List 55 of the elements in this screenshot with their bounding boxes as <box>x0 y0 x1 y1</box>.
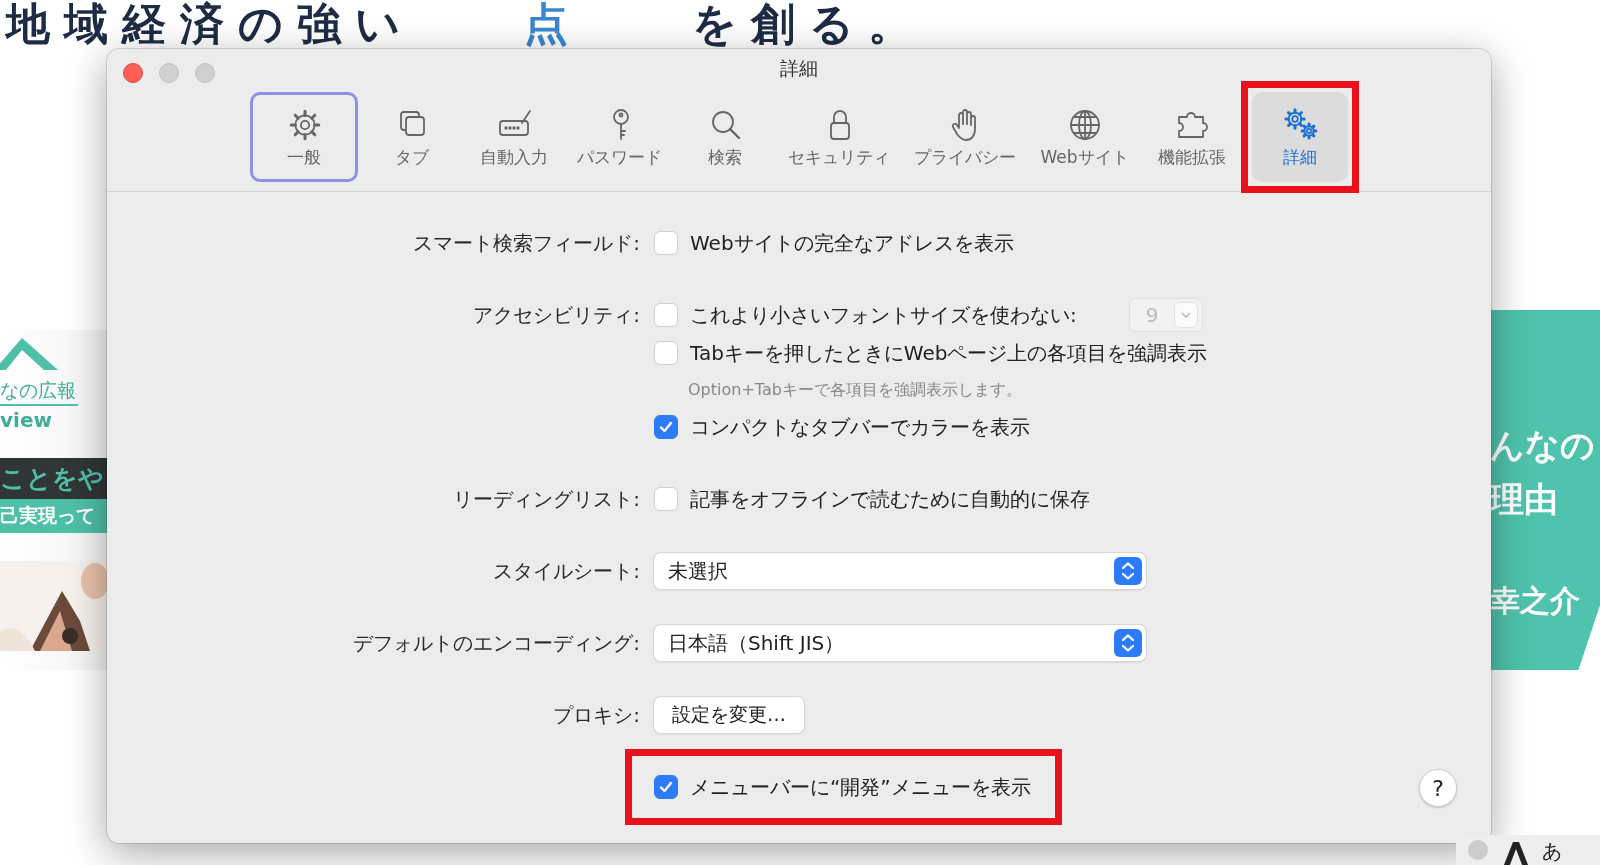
checkbox-label: Webサイトの完全なアドレスを表示 <box>690 229 1014 257</box>
close-button[interactable] <box>123 63 143 83</box>
toolbar-tab[interactable]: 機能拡張 <box>1143 92 1240 182</box>
toolbar-tab[interactable]: プライバシー <box>905 92 1026 182</box>
checkmark-icon <box>658 419 674 435</box>
banner-text: 理由 <box>1490 478 1559 522</box>
toolbar-tab[interactable]: パスワード <box>568 92 672 182</box>
setting-label: アクセシビリティ: <box>473 302 640 329</box>
updown-arrows-icon <box>1114 629 1142 657</box>
toolbar-tab[interactable]: 詳細 <box>1251 92 1348 182</box>
setting-label: スマート検索フィールド: <box>413 230 640 257</box>
checkbox[interactable] <box>654 341 678 365</box>
checkbox[interactable] <box>654 487 678 511</box>
setting-label: デフォルトのエンコーディング: <box>353 630 640 657</box>
checkbox-label: これより小さいフォントサイズを使わない: <box>690 301 1077 329</box>
checkbox-label: Tabキーを押したときにWebページ上の各項目を強調表示 <box>690 339 1208 367</box>
help-button[interactable]: ? <box>1419 769 1457 807</box>
banner-band: ことをや <box>0 458 107 499</box>
chevron-icon <box>1179 311 1192 319</box>
toolbar-tab[interactable]: 自動入力 <box>466 92 563 182</box>
checkbox[interactable] <box>654 303 678 327</box>
setting-label: スタイルシート: <box>493 558 640 585</box>
window-title: 詳細 <box>780 56 818 81</box>
dropdown[interactable]: 日本語（Shift JIS） <box>654 625 1146 661</box>
toolbar-tab[interactable]: タブ <box>364 92 461 182</box>
gears-icon <box>1281 105 1318 142</box>
corner-text: あ <box>1542 840 1562 862</box>
checkbox-label: メニューバーに“開発”メニューを表示 <box>690 773 1031 801</box>
dropdown[interactable]: 未選択 <box>654 553 1146 589</box>
checkbox[interactable] <box>654 231 678 255</box>
setting-label: リーディングリスト: <box>453 486 640 513</box>
toolbar-tab[interactable]: 検索 <box>677 92 774 182</box>
banner-text: 幸之介 <box>1490 581 1581 620</box>
toolbar-tab[interactable]: Webサイト <box>1031 92 1138 182</box>
headline-text: 点 <box>524 0 582 48</box>
banner-caption: なの広報 <box>0 378 78 406</box>
checkbox[interactable] <box>654 415 678 439</box>
banner-band: 己実現って <box>0 499 107 533</box>
checkbox-label: コンパクトなタブバーでカラーを表示 <box>690 413 1030 441</box>
zoom-button[interactable] <box>195 63 215 83</box>
headline-text: 地域経済の強い <box>6 0 414 48</box>
updown-arrows-icon <box>1114 557 1142 585</box>
hint-text: Option+Tabキーで各項目を強調表示します。 <box>688 379 1022 401</box>
checkbox-label: 記事をオフラインで読むために自動的に保存 <box>690 485 1090 513</box>
headline-text: を創る。 <box>692 0 926 48</box>
minimize-button[interactable] <box>159 63 179 83</box>
banner-text: んなの <box>1490 424 1596 467</box>
checkmark-icon <box>658 779 674 795</box>
banner-subcaption: view <box>0 408 53 432</box>
toolbar-tab[interactable]: 一般 <box>250 92 359 182</box>
dot-icon <box>1468 840 1488 860</box>
checkbox[interactable] <box>654 775 678 799</box>
setting-label: プロキシ: <box>553 702 640 729</box>
settings-button[interactable]: 設定を変更… <box>654 697 804 733</box>
toolbar-tab[interactable]: セキュリティ <box>779 92 900 182</box>
